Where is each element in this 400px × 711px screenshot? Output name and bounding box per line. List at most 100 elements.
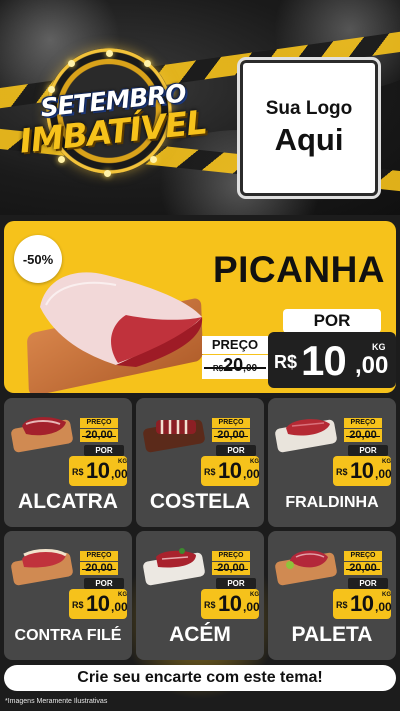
price-unit: KG (382, 592, 391, 598)
old-price-value: 20,00 (217, 562, 245, 574)
product-card-alcatra[interactable]: PREÇO 20,00 POR R$ 10 KG ,00 ALCATRA (4, 398, 132, 527)
price-cents: ,00 (111, 467, 128, 481)
price-integer: 10 (301, 337, 347, 384)
product-name: ACÉM (169, 623, 231, 646)
acem-meat-image (156, 548, 196, 568)
old-price: 20,00 (344, 429, 382, 442)
price-currency: R$ (72, 600, 84, 610)
light-dot (58, 156, 65, 163)
header-banner: SETEMBRO IMBATÍVEL Sua Logo Aqui (0, 0, 400, 215)
price-unit: KG (250, 592, 259, 598)
strike-line (346, 569, 380, 570)
old-price-integer: 20 (223, 355, 244, 375)
strike-line (214, 436, 248, 437)
price-cents: ,00 (355, 352, 389, 379)
old-price-label: PREÇO (202, 336, 268, 354)
old-price-value: 20,00 (349, 429, 377, 441)
por-label: POR (348, 578, 388, 589)
light-dot (68, 60, 75, 67)
old-price-label: PREÇO (212, 418, 250, 428)
old-price: 20,00 (344, 562, 382, 575)
disclaimer-text: *Imagens Meramente Ilustrativas (5, 698, 108, 705)
light-dot (150, 156, 157, 163)
strike-line (82, 569, 116, 570)
price-currency: R$ (204, 467, 216, 477)
new-price: R$ 10 KG ,00 (333, 589, 392, 619)
new-price: R$ 10 KG ,00 (268, 332, 396, 388)
por-label: POR (216, 578, 256, 589)
price-cents: ,00 (243, 600, 260, 614)
price-currency: R$ (274, 352, 298, 372)
price-currency: R$ (336, 600, 348, 610)
featured-product-name: PICANHA (212, 249, 386, 290)
old-price: R$ 20 ,00 (202, 355, 268, 379)
product-name: FRALDINHA (285, 494, 379, 511)
price-integer: 10 (218, 458, 242, 483)
price-unit: KG (118, 459, 127, 465)
por-label: POR (216, 445, 256, 456)
picanha-meat-image (40, 272, 203, 367)
light-dot (144, 60, 151, 67)
product-name: ALCATRA (18, 490, 118, 513)
por-label: POR (348, 445, 388, 456)
old-price-value: 20,00 (217, 429, 245, 441)
product-card-fraldinha[interactable]: PREÇO 20,00 POR R$ 10 KG ,00 FRALDINHA (268, 398, 396, 527)
alcatra-meat-image (22, 417, 66, 436)
fraldinha-meat-image (286, 419, 330, 436)
product-name: CONTRA FILÉ (14, 627, 122, 644)
featured-product[interactable]: -50% PICANHA POR PREÇO R$ 20 ,00 R$ 10 K… (4, 221, 396, 393)
new-price: R$ 10 KG ,00 (69, 456, 128, 486)
price-currency: R$ (204, 600, 216, 610)
old-price: 20,00 (212, 562, 250, 575)
por-label: POR (84, 578, 124, 589)
product-card-paleta[interactable]: PREÇO 20,00 POR R$ 10 KG ,00 PALETA (268, 531, 396, 660)
cta-button[interactable]: Crie seu encarte com este tema! (4, 665, 396, 691)
price-integer: 10 (86, 591, 110, 616)
product-card-contra-file[interactable]: PREÇO 20,00 POR R$ 10 KG ,00 CONTRA FILÉ (4, 531, 132, 660)
price-integer: 10 (86, 458, 110, 483)
new-price: R$ 10 KG ,00 (333, 456, 392, 486)
old-price-value: 20,00 (85, 429, 113, 441)
price-unit: KG (250, 459, 259, 465)
por-label: POR (283, 309, 381, 333)
logo-placeholder[interactable]: Sua Logo Aqui (237, 57, 381, 199)
light-dot (106, 50, 113, 57)
price-unit: KG (118, 592, 127, 598)
old-price-value: 20,00 (349, 562, 377, 574)
strike-line (204, 367, 266, 369)
product-card-costela[interactable]: PREÇO 20,00 POR R$ 10 KG ,00 COSTELA (136, 398, 264, 527)
old-price-label: PREÇO (344, 551, 382, 561)
promo-badge: SETEMBRO IMBATÍVEL (18, 48, 208, 208)
price-cents: ,00 (111, 600, 128, 614)
old-price-label: PREÇO (80, 551, 118, 561)
logo-text-line2: Aqui (274, 122, 344, 157)
price-unit: KG (382, 459, 391, 465)
price-currency: R$ (72, 467, 84, 477)
logo-text-line1: Sua Logo (265, 98, 353, 119)
strike-line (214, 569, 248, 570)
price-integer: 10 (218, 591, 242, 616)
old-price-value: 20,00 (85, 562, 113, 574)
price-cents: ,00 (375, 467, 392, 481)
price-unit: KG (372, 342, 386, 352)
por-label: POR (84, 445, 124, 456)
old-price-label: PREÇO (344, 418, 382, 428)
strike-line (82, 436, 116, 437)
paleta-meat-image (286, 550, 328, 569)
contra-file-meat-image (22, 549, 67, 568)
new-price: R$ 10 KG ,00 (69, 589, 128, 619)
price-cents: ,00 (375, 600, 392, 614)
costela-meat-image (156, 420, 196, 434)
price-integer: 10 (350, 458, 374, 483)
product-card-acem[interactable]: PREÇO 20,00 POR R$ 10 KG ,00 ACÉM (136, 531, 264, 660)
old-price-label: PREÇO (80, 418, 118, 428)
price-integer: 10 (350, 591, 374, 616)
price-cents: ,00 (243, 467, 260, 481)
new-price: R$ 10 KG ,00 (201, 589, 260, 619)
old-price: 20,00 (80, 429, 118, 442)
product-name: PALETA (291, 623, 373, 646)
product-name: COSTELA (149, 490, 251, 513)
new-price: R$ 10 KG ,00 (201, 456, 260, 486)
strike-line (346, 436, 380, 437)
discount-badge: -50% (14, 235, 62, 283)
